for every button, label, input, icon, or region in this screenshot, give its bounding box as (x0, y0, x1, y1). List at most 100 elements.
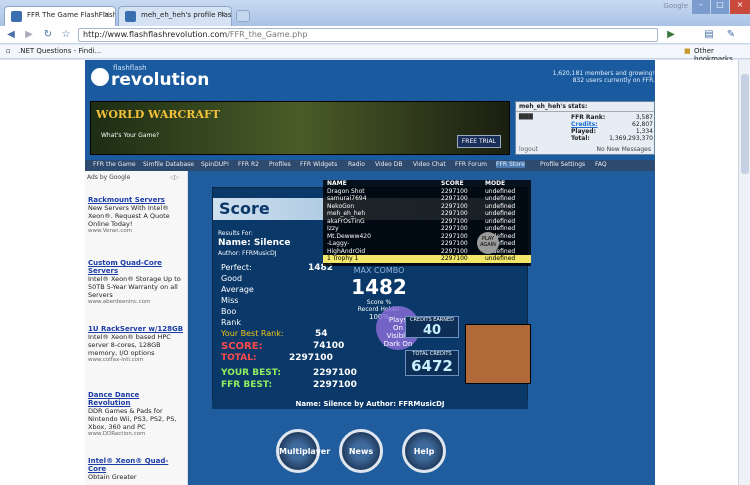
ad-url[interactable]: www.aberdeeninc.com (88, 299, 184, 305)
nav-ffr-widgets[interactable]: FFR Widgets (300, 161, 337, 168)
ad-title[interactable]: Rackmount Servers (88, 196, 184, 204)
url-host: http://www.flashflashrevolution.com (83, 30, 228, 39)
table-row: -Laggy- 2297100 undefined (323, 240, 531, 248)
logout-link[interactable]: logout (519, 146, 538, 153)
messages-status[interactable]: No New Messages (597, 146, 651, 153)
score-pct-label: Score % (366, 299, 392, 306)
nav-ffr-store[interactable]: FFR Store (496, 161, 525, 168)
nav-radio[interactable]: Radio (348, 161, 365, 168)
ffr-best-label: FFR BEST: (221, 380, 273, 390)
song-author: Author: FFRMusicDJ (218, 250, 277, 257)
row-score: 2297100 (441, 195, 468, 202)
total-score-value: 2297100 (289, 353, 333, 363)
maximize-button[interactable]: □ (711, 0, 729, 14)
nav-ffr-forum[interactable]: FFR Forum (455, 161, 487, 168)
ad-title[interactable]: Intel® Xeon® Quad-Core (88, 457, 184, 473)
reload-icon[interactable]: ↻ (41, 28, 55, 42)
address-bar[interactable]: http://www.flashflashrevolution.com/FFR_… (78, 28, 658, 42)
score-value: 74100 (313, 341, 345, 351)
ad-item[interactable]: Custom Quad-Core Servers Intel® Xeon® St… (88, 259, 184, 305)
warcraft-ad-banner[interactable]: WORLD WARCRAFT What's Your Game? FREE TR… (90, 101, 510, 155)
bookmarks-bar: ▫ .NET Questions - Findi... ■ Other book… (0, 45, 750, 63)
bookmark-page-icon: ▫ (6, 47, 11, 55)
table-row: HighAndrOid 2297100 undefined (323, 248, 531, 256)
high-scores-table[interactable]: NAME SCORE MODE Dragon Shot 2297100 undefi… (323, 180, 531, 266)
close-tab-icon[interactable]: × (103, 10, 110, 19)
online-count: 832 users currently on FFR. (572, 77, 655, 84)
table-row: Mt.Dewww420 2297100 undefined (323, 233, 531, 241)
minimize-button[interactable]: – (692, 0, 710, 14)
row-mode: undefined (485, 217, 516, 225)
your-best-label: YOUR BEST: (221, 368, 281, 378)
col-name-header: NAME (327, 180, 347, 187)
go-arrow-icon[interactable]: ▶ (664, 28, 678, 42)
page-menu-icon[interactable]: ▤ (702, 28, 716, 42)
help-button[interactable]: Help (402, 429, 446, 473)
new-tab-button[interactable] (236, 10, 250, 22)
credits-label[interactable]: Credits: (571, 121, 598, 128)
ad-url[interactable]: www.Veran.com (88, 228, 184, 234)
ads-by-google[interactable]: Ads by Google (87, 174, 130, 181)
nav-simfile-database[interactable]: Simfile Database (143, 161, 194, 168)
nav-video-db[interactable]: Video DB (375, 161, 402, 168)
ad-text: Intel® Xeon® Storage Up to 50TB 5-Year W… (88, 275, 181, 299)
song-name: Name: Silence (218, 238, 291, 248)
close-window-button[interactable]: × (730, 0, 750, 14)
credits-row: Credits: 62,807 (571, 121, 653, 128)
ad-item[interactable]: Rackmount Servers New Servers With Intel… (88, 196, 184, 234)
play-again-button[interactable]: PLAY AGAIN (477, 232, 499, 254)
ad-title[interactable]: Custom Quad-Core Servers (88, 259, 184, 275)
nav-profile-settings[interactable]: Profile Settings (540, 161, 585, 168)
best-rank-value: 54 (315, 329, 328, 339)
ad-nav-arrows-icon[interactable]: ◁▷ (170, 174, 179, 181)
back-arrow-icon[interactable]: ◀ (4, 28, 18, 42)
played-value: 1,334 (635, 128, 653, 135)
close-tab-icon[interactable]: × (219, 10, 226, 19)
free-trial-button[interactable]: FREE TRIAL (456, 135, 501, 148)
folder-icon: ■ (684, 47, 691, 55)
total-value: 1,369,293,370 (609, 135, 653, 142)
news-button[interactable]: News (339, 429, 383, 473)
bookmark-net-questions[interactable]: .NET Questions - Findi... (18, 47, 101, 55)
ffr-favicon-icon (11, 11, 22, 22)
banner-subtitle: What's Your Game? (101, 132, 160, 139)
row-score: 2297100 (441, 232, 468, 240)
ad-item[interactable]: Dance Dance Revolution DDR Games & Pads … (88, 391, 184, 437)
rank-label: Rank (221, 318, 241, 327)
row-score: 2297100 (441, 240, 468, 247)
tab-ffr-game[interactable]: FFR The Game FlashFlashR... × (4, 6, 116, 26)
ffr-rank-label: FFR Rank: (571, 114, 606, 121)
forward-arrow-icon[interactable]: ▶ (22, 28, 36, 42)
played-row: Played: 1,334 (571, 128, 653, 135)
nav-ffr-r2[interactable]: FFR R2 (238, 161, 259, 168)
ad-title[interactable]: 1U RackServer w/128GB (88, 325, 184, 333)
played-label: Played: (571, 128, 596, 135)
tab-profile[interactable]: meh_eh_heh's profile FlashF... × (118, 6, 232, 26)
browser-toolbar: ◀ ▶ ↻ ☆ http://www.flashflashrevolution.… (0, 26, 750, 44)
ad-url[interactable]: www.colfax-intl.com (88, 357, 184, 363)
nav-faq[interactable]: FAQ (595, 161, 607, 168)
results-for-label: Results For: (218, 230, 253, 237)
tab-bar: FFR The Game FlashFlashR... × meh_eh_heh… (0, 0, 750, 26)
nav-ffr-the-game[interactable]: FFR the Game (93, 161, 136, 168)
total-row: Total: 1,369,293,370 (571, 135, 653, 142)
scrollbar-thumb[interactable] (741, 74, 749, 174)
credits-earned-value: 40 (422, 323, 442, 338)
user-stats-box: meh_eh_heh's stats: ▇▇▇ FFR Rank: 3,587 C… (515, 101, 655, 155)
nav-spinup[interactable]: SpinDUP! (201, 161, 229, 168)
row-name: HighAndrOid (327, 247, 366, 255)
ad-item[interactable]: 1U RackServer w/128GB Intel® Xeon® based… (88, 325, 184, 363)
row-name: NekoGon (327, 202, 355, 210)
ad-item[interactable]: Intel® Xeon® Quad-Core Obtain Greater (88, 457, 184, 481)
credits-value: 62,807 (632, 121, 653, 128)
site-logo[interactable]: flashflash revolution (85, 64, 225, 98)
star-icon[interactable]: ☆ (59, 28, 73, 42)
nav-profiles[interactable]: Profiles (269, 161, 291, 168)
ad-title[interactable]: Dance Dance Revolution (88, 391, 184, 407)
nav-video-chat[interactable]: Video Chat (413, 161, 446, 168)
multiplayer-button[interactable]: Multiplayer (276, 429, 330, 473)
ad-url[interactable]: www.DDRaction.com (88, 431, 184, 437)
wrench-icon[interactable]: ✎ (724, 28, 738, 42)
vertical-scrollbar[interactable] (738, 60, 750, 485)
table-row: NekoGon 2297100 undefined (323, 203, 531, 211)
